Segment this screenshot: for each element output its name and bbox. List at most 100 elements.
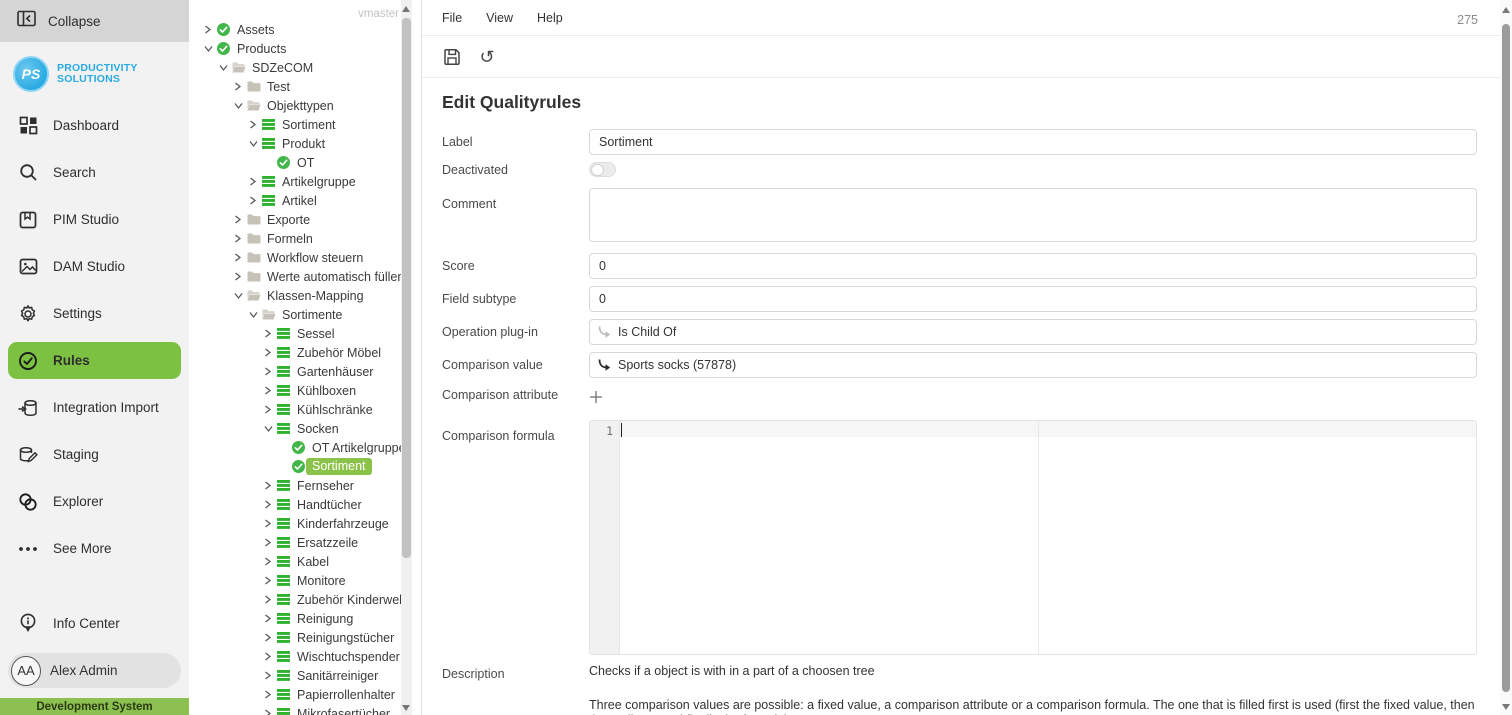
tree-node-reinigung[interactable]: Reinigung [189, 609, 421, 628]
chevron-right-icon[interactable] [264, 709, 277, 715]
main-scrollbar[interactable] [1500, 0, 1512, 715]
chevron-right-icon[interactable] [264, 633, 277, 642]
tree-node-werte-automatisch-füllen[interactable]: Werte automatisch füllen [189, 267, 421, 286]
tree-node-ersatzzeile[interactable]: Ersatzzeile [189, 533, 421, 552]
chevron-down-icon[interactable] [264, 425, 277, 433]
scroll-up-arrow-icon[interactable] [402, 6, 410, 12]
chevron-right-icon[interactable] [264, 614, 277, 623]
chevron-right-icon[interactable] [264, 500, 277, 509]
tree-node-formeln[interactable]: Formeln [189, 229, 421, 248]
chevron-right-icon[interactable] [264, 481, 277, 490]
tree-node-sortimente[interactable]: Sortimente [189, 305, 421, 324]
sidebar-item-search[interactable]: Search [0, 149, 189, 196]
chevron-right-icon[interactable] [234, 272, 247, 281]
tree-node-assets[interactable]: Assets [189, 20, 421, 39]
collapse-button[interactable]: Collapse [0, 0, 189, 42]
tree-scrollbar-thumb[interactable] [402, 18, 411, 558]
tree-node-fernseher[interactable]: Fernseher [189, 476, 421, 495]
tree-node-objekttypen[interactable]: Objekttypen [189, 96, 421, 115]
chevron-down-icon[interactable] [234, 102, 247, 110]
chevron-right-icon[interactable] [264, 690, 277, 699]
tree-node-sanitärreiniger[interactable]: Sanitärreiniger [189, 666, 421, 685]
tree-node-reinigungstücher[interactable]: Reinigungstücher [189, 628, 421, 647]
refresh-button[interactable]: ↺ [476, 46, 498, 68]
editor-content[interactable] [620, 421, 1476, 654]
comparison-formula-editor[interactable]: 1 [589, 420, 1477, 655]
tree-node-gartenhäuser[interactable]: Gartenhäuser [189, 362, 421, 381]
sidebar-item-rules[interactable]: Rules [8, 342, 181, 379]
deactivated-toggle[interactable] [589, 162, 616, 177]
score-input[interactable] [589, 253, 1477, 279]
tree-node-mikrofasertücher[interactable]: Mikrofasertücher [189, 704, 421, 715]
chevron-right-icon[interactable] [264, 405, 277, 414]
add-comparison-attribute-button[interactable] [589, 388, 603, 409]
sidebar-item-see-more[interactable]: See More [0, 525, 189, 572]
chevron-right-icon[interactable] [264, 595, 277, 604]
save-button[interactable] [441, 46, 463, 68]
chevron-down-icon[interactable] [219, 64, 232, 72]
tree-node-products[interactable]: Products [189, 39, 421, 58]
chevron-right-icon[interactable] [264, 576, 277, 585]
tree-node-sortiment[interactable]: Sortiment [189, 457, 421, 476]
chevron-right-icon[interactable] [264, 671, 277, 680]
tree-node-produkt[interactable]: Produkt [189, 134, 421, 153]
tree-node-artikel[interactable]: Artikel [189, 191, 421, 210]
chevron-right-icon[interactable] [264, 557, 277, 566]
chevron-down-icon[interactable] [249, 140, 262, 148]
scroll-down-arrow-icon[interactable] [1502, 704, 1510, 710]
operation-plugin-input[interactable] [589, 319, 1477, 345]
chevron-right-icon[interactable] [264, 652, 277, 661]
scroll-up-arrow-icon[interactable] [1502, 7, 1510, 13]
tree-node-papierrollenhalter[interactable]: Papierrollenhalter [189, 685, 421, 704]
chevron-right-icon[interactable] [249, 196, 262, 205]
tree-node-kabel[interactable]: Kabel [189, 552, 421, 571]
tree-node-ot-artikelgruppe[interactable]: OT Artikelgruppe [189, 438, 421, 457]
tree-node-kühlboxen[interactable]: Kühlboxen [189, 381, 421, 400]
comment-textarea[interactable] [589, 188, 1477, 242]
chevron-down-icon[interactable] [234, 292, 247, 300]
sidebar-item-settings[interactable]: Settings [0, 290, 189, 337]
tree-node-kühlschränke[interactable]: Kühlschränke [189, 400, 421, 419]
chevron-right-icon[interactable] [264, 348, 277, 357]
sidebar-item-explorer[interactable]: Explorer [0, 478, 189, 525]
tree-node-zubehör-kinderwelt[interactable]: Zubehör Kinderwelt [189, 590, 421, 609]
tree-node-exporte[interactable]: Exporte [189, 210, 421, 229]
tree-node-ot[interactable]: OT [189, 153, 421, 172]
menu-file[interactable]: File [442, 11, 462, 25]
sidebar-item-staging[interactable]: Staging [0, 431, 189, 478]
user-menu[interactable]: AA Alex Admin [8, 653, 181, 688]
sidebar-item-info-center[interactable]: Info Center [0, 600, 189, 647]
tree-node-monitore[interactable]: Monitore [189, 571, 421, 590]
chevron-right-icon[interactable] [264, 367, 277, 376]
tree-node-workflow-steuern[interactable]: Workflow steuern [189, 248, 421, 267]
tree-node-test[interactable]: Test [189, 77, 421, 96]
tree-node-artikelgruppe[interactable]: Artikelgruppe [189, 172, 421, 191]
chevron-right-icon[interactable] [234, 253, 247, 262]
chevron-right-icon[interactable] [249, 177, 262, 186]
sidebar-item-dam-studio[interactable]: DAM Studio [0, 243, 189, 290]
chevron-right-icon[interactable] [249, 120, 262, 129]
tree-node-klassen-mapping[interactable]: Klassen-Mapping [189, 286, 421, 305]
chevron-right-icon[interactable] [264, 386, 277, 395]
chevron-right-icon[interactable] [234, 234, 247, 243]
main-scrollbar-thumb[interactable] [1502, 24, 1510, 692]
chevron-down-icon[interactable] [249, 311, 262, 319]
tree-node-handtücher[interactable]: Handtücher [189, 495, 421, 514]
comparison-value-input[interactable] [589, 352, 1477, 378]
label-input[interactable] [589, 129, 1477, 155]
chevron-right-icon[interactable] [264, 538, 277, 547]
menu-help[interactable]: Help [537, 11, 563, 25]
tree-node-sessel[interactable]: Sessel [189, 324, 421, 343]
sidebar-item-pim-studio[interactable]: PIM Studio [0, 196, 189, 243]
tree-scrollbar[interactable] [401, 0, 412, 715]
sidebar-item-dashboard[interactable]: Dashboard [0, 102, 189, 149]
scroll-down-arrow-icon[interactable] [402, 705, 410, 711]
menu-view[interactable]: View [486, 11, 513, 25]
chevron-right-icon[interactable] [234, 82, 247, 91]
sidebar-item-integration-import[interactable]: Integration Import [0, 384, 189, 431]
chevron-down-icon[interactable] [204, 45, 217, 53]
tree-node-zubehör-möbel[interactable]: Zubehör Möbel [189, 343, 421, 362]
field-subtype-input[interactable] [589, 286, 1477, 312]
tree-node-sdzecom[interactable]: SDZeCOM [189, 58, 421, 77]
tree-node-socken[interactable]: Socken [189, 419, 421, 438]
